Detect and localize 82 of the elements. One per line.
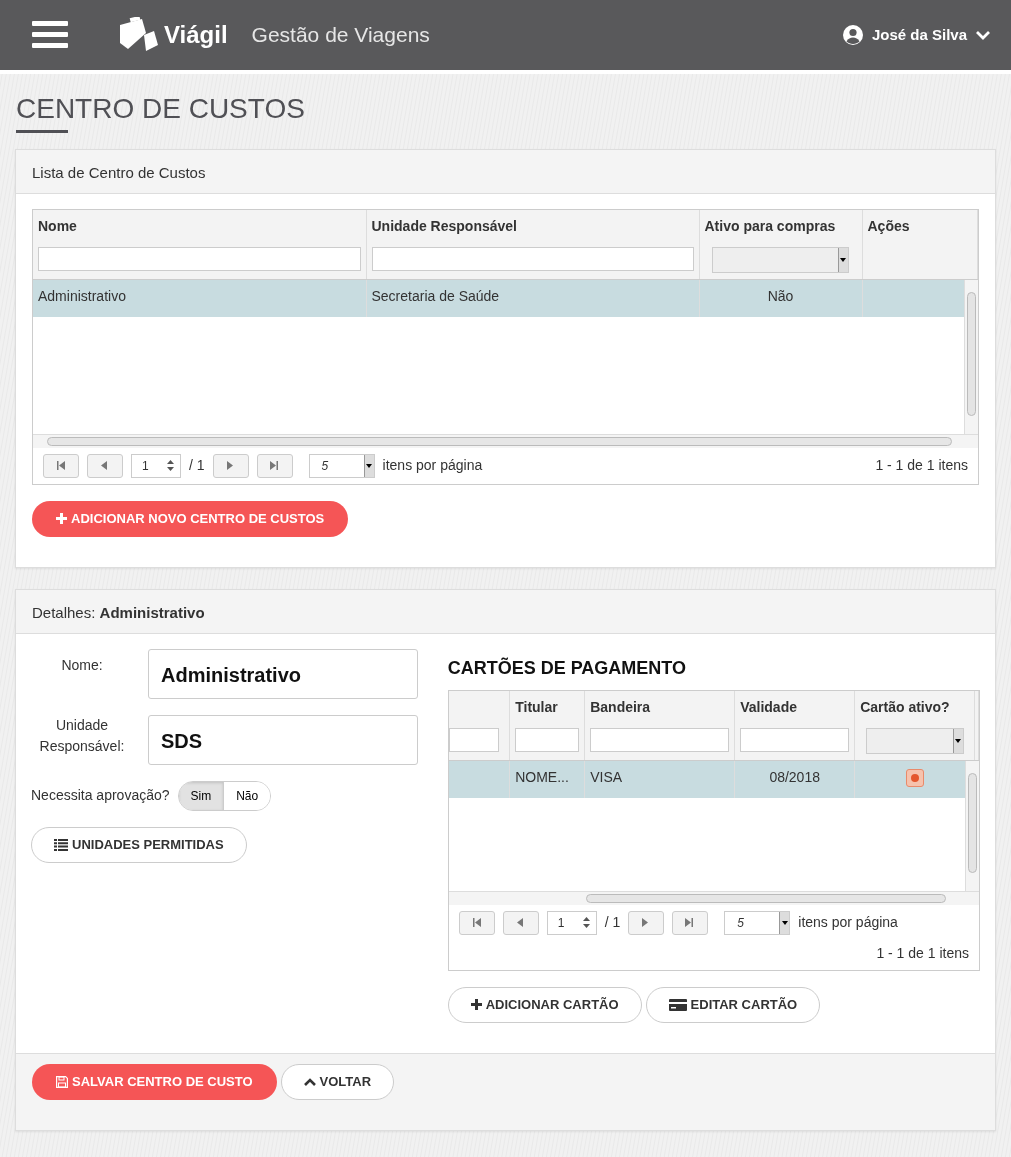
page-size: 5 <box>737 914 744 932</box>
text-field[interactable]: Administrativo <box>148 648 418 699</box>
page-number: 1 <box>557 914 565 932</box>
brand-name: Viágil <box>164 20 228 50</box>
allowed-units-button[interactable]: UNIDADES PERMITIDAS <box>31 826 247 863</box>
page-size: 5 <box>321 457 329 475</box>
section-title: CARTÕES DE PAGAMENTO <box>447 656 688 680</box>
filter-field[interactable] <box>865 727 964 754</box>
first-page-icon <box>56 461 66 471</box>
page-size-select[interactable]: 5 <box>724 910 791 935</box>
horizontal-scrollbar[interactable] <box>33 433 978 448</box>
add-card-button[interactable]: ADICIONAR CARTÃO <box>447 986 642 1023</box>
active-checkbox[interactable] <box>905 768 924 787</box>
table-cell: Administrativo <box>33 279 366 317</box>
page-number-field[interactable]: 1 <box>546 910 597 935</box>
table-cell: Secretaria de Saúde <box>366 279 699 317</box>
pager-prev-button[interactable] <box>87 453 123 478</box>
filter-field[interactable] <box>740 727 850 752</box>
table-cell: 08/2018 <box>734 760 855 798</box>
vertical-scrollbar[interactable] <box>965 760 979 891</box>
pager-prev-button[interactable] <box>502 910 539 935</box>
panel-title: Lista de Centro de Custos <box>16 149 995 194</box>
filter-field[interactable] <box>590 727 730 752</box>
previous-page-icon <box>515 918 526 928</box>
caret-down-icon <box>366 463 373 468</box>
pager-first-button[interactable] <box>458 910 495 935</box>
save-icon <box>56 1075 68 1088</box>
page-size-select[interactable]: 5 <box>308 453 375 478</box>
panel-title: Detalhes: Administrativo <box>16 589 995 634</box>
caret-down-icon <box>781 920 788 925</box>
table-cell: NOME... <box>509 760 585 798</box>
user-icon <box>841 24 864 46</box>
horizontal-scrollbar[interactable] <box>448 890 979 905</box>
page-number-field[interactable]: 1 <box>131 453 181 478</box>
text-field[interactable]: SDS <box>148 714 418 765</box>
filter-field[interactable] <box>371 246 694 271</box>
spinner-icon[interactable] <box>582 917 590 929</box>
yes-no-toggle[interactable]: Sim Não <box>177 780 272 811</box>
chevron-down-icon[interactable] <box>975 29 991 41</box>
user-name[interactable]: José da Silva <box>871 23 967 47</box>
filter-field[interactable] <box>515 727 580 752</box>
caret-down-icon <box>840 257 847 262</box>
pager-next-button[interactable] <box>212 453 249 478</box>
credit-card-icon <box>668 998 687 1011</box>
pager-summary: 1 - 1 de 1 itens <box>875 456 968 476</box>
pager-summary: 1 - 1 de 1 itens <box>876 943 969 963</box>
page-title: CENTRO DE CUSTOS <box>16 92 306 126</box>
approval-label: Necessita aprovação? <box>31 786 170 806</box>
page-size-label: itens por página <box>382 456 483 476</box>
last-page-icon <box>269 461 280 471</box>
table-cell: Não <box>699 279 862 317</box>
pager-last-button[interactable] <box>672 910 709 935</box>
menu-icon[interactable] <box>32 21 68 49</box>
first-page-icon <box>471 918 482 928</box>
pager-last-button[interactable] <box>256 453 293 478</box>
page-count: / 1 <box>604 913 621 933</box>
toggle-option[interactable]: Não <box>223 781 271 810</box>
vertical-scrollbar[interactable] <box>964 279 978 434</box>
table-cell: VISA <box>584 760 735 798</box>
plus-icon <box>470 999 482 1011</box>
page-number: 1 <box>142 457 149 475</box>
list-icon <box>54 838 68 851</box>
previous-page-icon <box>100 461 110 471</box>
field-label: Unidade Responsável: <box>38 715 126 756</box>
page-size-label: itens por página <box>798 913 898 933</box>
field-label: Nome: <box>60 655 104 675</box>
filter-field[interactable] <box>712 246 849 273</box>
toggle-option[interactable]: Sim <box>178 781 224 810</box>
filter-field[interactable] <box>38 246 361 271</box>
back-button[interactable]: VOLTAR <box>280 1063 395 1100</box>
next-page-icon <box>225 461 236 471</box>
filter-field[interactable] <box>448 727 500 752</box>
caret-down-icon <box>955 738 962 743</box>
spinner-icon[interactable] <box>167 460 174 472</box>
app-subtitle: Gestão de Viagens <box>251 22 430 49</box>
last-page-icon <box>685 918 696 928</box>
page-count: / 1 <box>189 456 205 476</box>
pager-next-button[interactable] <box>628 910 665 935</box>
edit-card-button[interactable]: EDITAR CARTÃO <box>645 986 821 1023</box>
pager-first-button[interactable] <box>43 453 79 478</box>
plus-icon <box>56 513 67 525</box>
chevron-up-icon <box>303 1077 316 1087</box>
